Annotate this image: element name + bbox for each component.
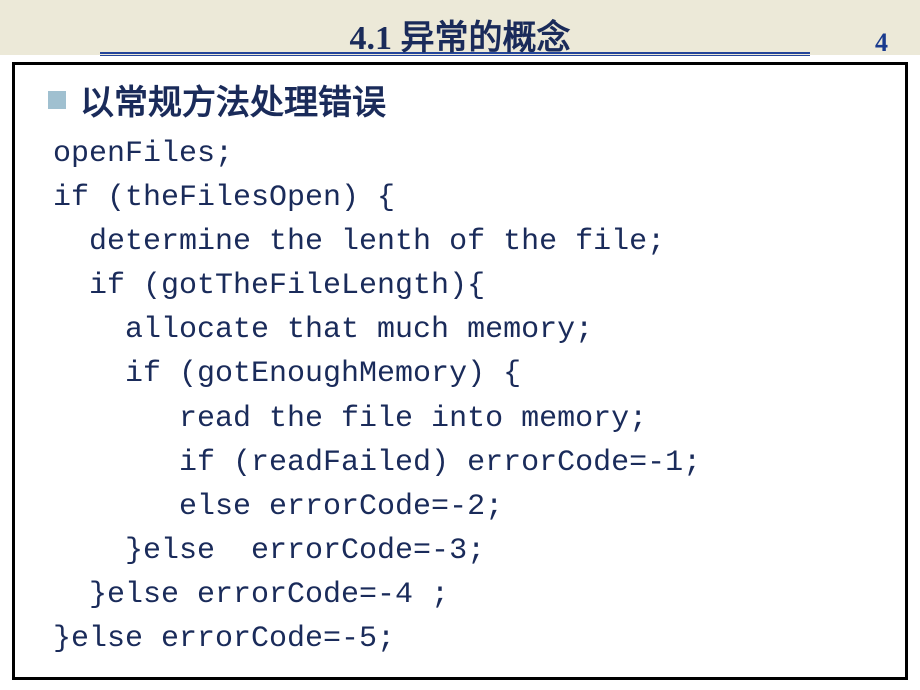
bullet-icon	[48, 91, 66, 109]
code-line: if (readFailed) errorCode=-1;	[53, 446, 701, 480]
code-line: if (gotEnoughMemory) {	[53, 357, 521, 391]
slide-title: 4.1 异常的概念	[0, 10, 920, 59]
bullet-heading: 以常规方法处理错误	[80, 75, 386, 124]
code-line: allocate that much memory;	[53, 313, 593, 347]
content-box: 以常规方法处理错误 openFiles; if (theFilesOpen) {…	[12, 62, 908, 680]
bullet-row: 以常规方法处理错误	[48, 75, 905, 124]
code-line: else errorCode=-2;	[53, 490, 503, 524]
page-number: 4	[875, 28, 888, 58]
code-line: if (theFilesOpen) {	[53, 181, 395, 215]
code-line: }else errorCode=-5;	[53, 622, 395, 656]
code-block: openFiles; if (theFilesOpen) { determine…	[53, 132, 905, 661]
code-line: if (gotTheFileLength){	[53, 269, 485, 303]
code-line: }else errorCode=-4 ;	[53, 578, 449, 612]
code-line: determine the lenth of the file;	[53, 225, 665, 259]
code-line: openFiles;	[53, 137, 233, 171]
code-line: }else errorCode=-3;	[53, 534, 485, 568]
code-line: read the file into memory;	[53, 402, 647, 436]
